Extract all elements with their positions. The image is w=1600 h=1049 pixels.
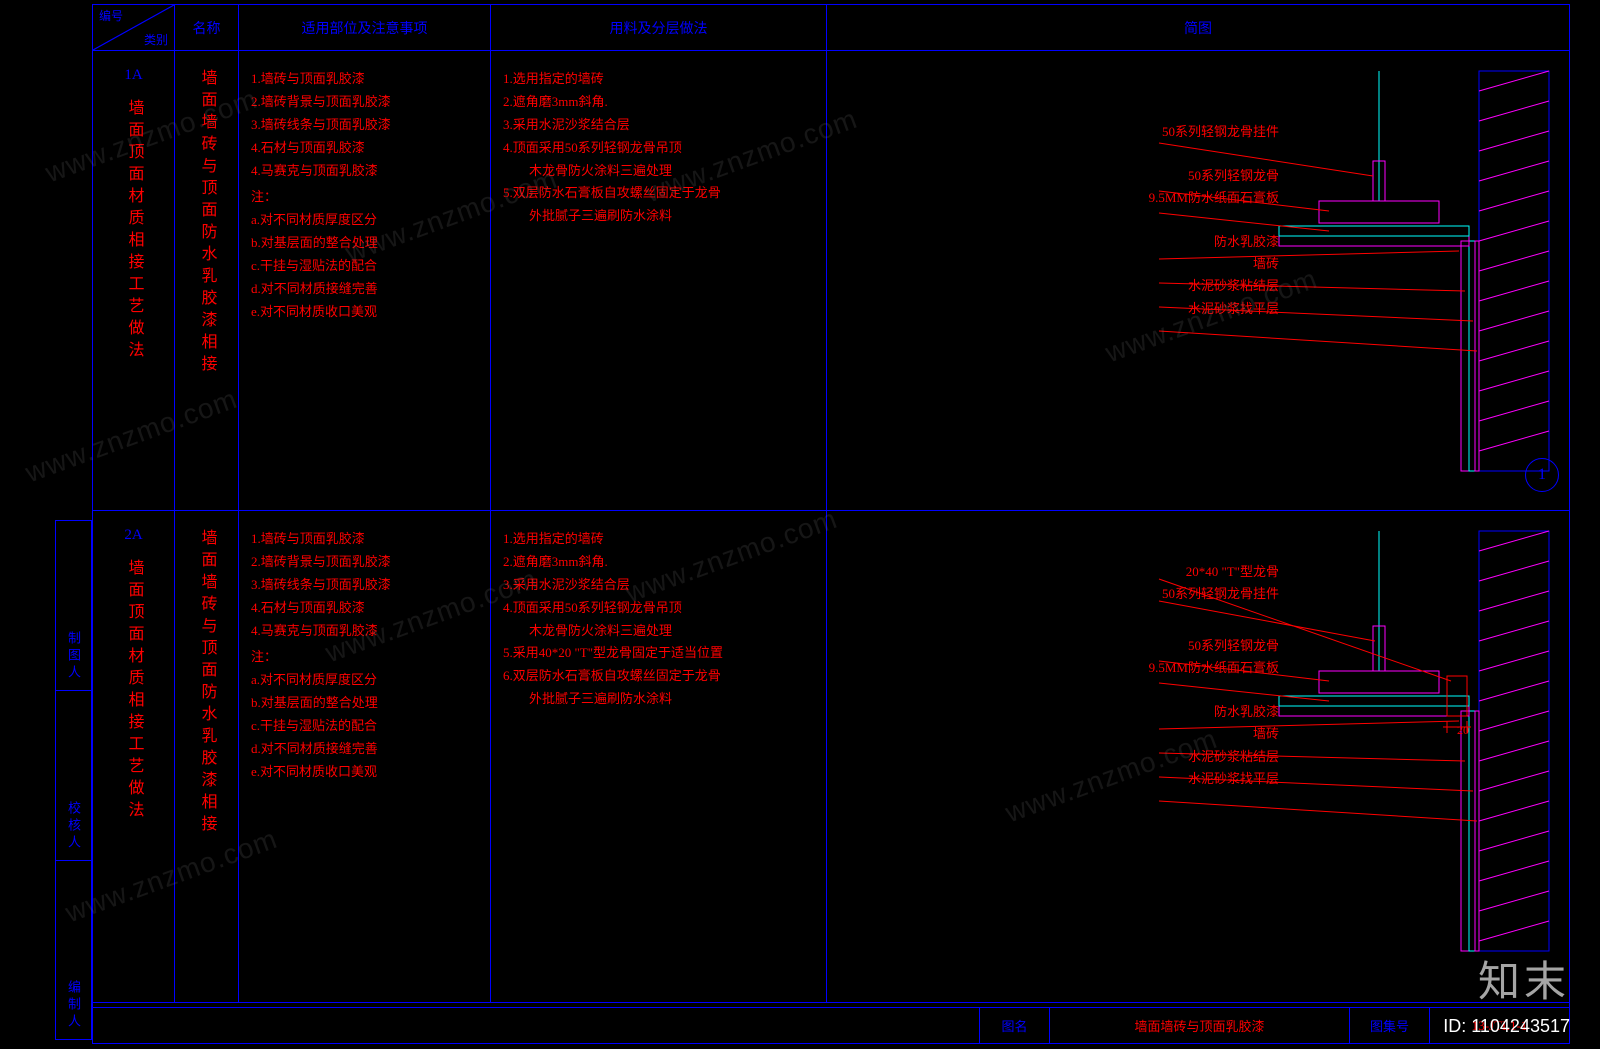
- left-sidebar: 制图人 校核人 编制人: [55, 520, 92, 1040]
- tuming-value: 墙面墙砖与顶面乳胶漆: [1049, 1008, 1349, 1043]
- row-name-vertical: 墙面墙砖与顶面防水乳胶漆相接: [195, 529, 219, 837]
- row-number: 1A: [93, 67, 174, 84]
- header-diagram: 简图: [827, 5, 1569, 50]
- method-cell: 1.选用指定的墙砖 2.遮角磨3mm斜角. 3.采用水泥沙浆结合层 4.顶面采用…: [491, 511, 827, 1002]
- drawing-frame: 编号 类别 名称 适用部位及注意事项 用料及分层做法 简图 1A 墙面顶面材质相…: [92, 4, 1570, 1044]
- detail-number-circle: 1: [1525, 458, 1559, 492]
- row-category-vertical: 墙面顶面材质相接工艺做法: [122, 99, 146, 363]
- sidebar-label-2: 校核人: [64, 801, 83, 852]
- image-id-label: ID: 1104243517: [1443, 1016, 1570, 1037]
- row-name-vertical: 墙面墙砖与顶面防水乳胶漆相接: [195, 69, 219, 377]
- header-method: 用料及分层做法: [491, 5, 827, 50]
- table-row: 2A 墙面顶面材质相接工艺做法 墙面墙砖与顶面防水乳胶漆相接 1.墙砖与顶面乳胶…: [93, 511, 1569, 1003]
- title-block: 图名 墙面墙砖与顶面乳胶漆 图集号 13-JTL1-1: [93, 1007, 1569, 1043]
- row-number: 2A: [93, 527, 174, 544]
- section-diagram-icon: [1129, 521, 1559, 961]
- header-name: 名称: [175, 5, 239, 50]
- tuming-label: 图名: [979, 1008, 1049, 1043]
- row-category-vertical: 墙面顶面材质相接工艺做法: [122, 559, 146, 823]
- table-row: 1A 墙面顶面材质相接工艺做法 墙面墙砖与顶面防水乳胶漆相接 1.墙砖与顶面乳胶…: [93, 51, 1569, 511]
- sidebar-label-1: 制图人: [64, 631, 83, 682]
- header-apply: 适用部位及注意事项: [239, 5, 491, 50]
- header-number-category: 编号 类别: [93, 5, 175, 50]
- diagram-cell: 20*40 "T"型龙骨 50系列轻钢龙骨挂件 50系列轻钢龙骨 9.5MM防水…: [827, 511, 1569, 1002]
- apply-cell: 1.墙砖与顶面乳胶漆 2.墙砖背景与顶面乳胶漆 3.墙砖线条与顶面乳胶漆 4.石…: [239, 511, 491, 1002]
- sidebar-label-3: 编制人: [64, 980, 83, 1031]
- section-diagram-icon: [1129, 61, 1559, 481]
- method-cell: 1.选用指定的墙砖 2.遮角磨3mm斜角. 3.采用水泥沙浆结合层 4.顶面采用…: [491, 51, 827, 510]
- table-header: 编号 类别 名称 适用部位及注意事项 用料及分层做法 简图: [93, 5, 1569, 51]
- tuji-label: 图集号: [1349, 1008, 1429, 1043]
- diagram-cell: 50系列轻钢龙骨挂件 50系列轻钢龙骨 9.5MM防水纸面石膏板 防水乳胶漆 墙…: [827, 51, 1569, 510]
- dimension-20: 20: [1457, 723, 1469, 738]
- apply-cell: 1.墙砖与顶面乳胶漆 2.墙砖背景与顶面乳胶漆 3.墙砖线条与顶面乳胶漆 4.石…: [239, 51, 491, 510]
